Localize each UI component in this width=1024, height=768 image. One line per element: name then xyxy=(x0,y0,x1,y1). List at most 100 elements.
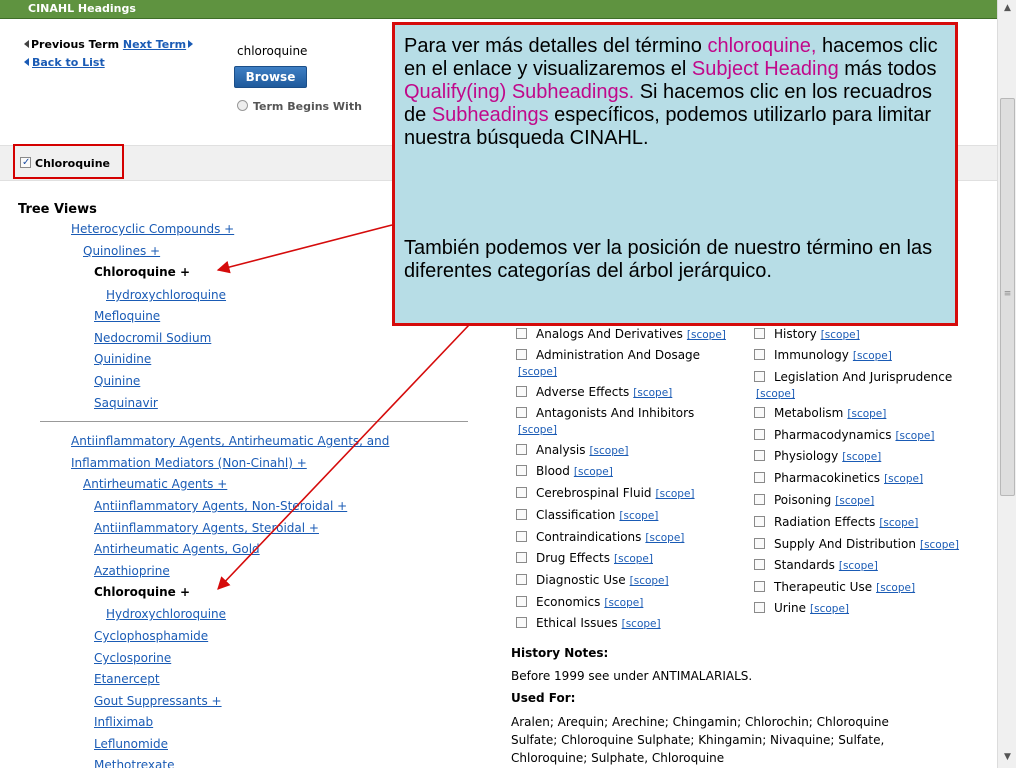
subheading-checkbox[interactable] xyxy=(516,574,527,585)
subheading-checkbox[interactable] xyxy=(516,509,527,520)
tree-item-antirheumatic-agents-gold[interactable]: Antirheumatic Agents, Gold xyxy=(94,541,260,557)
term-begins-with-option[interactable]: Term Begins With xyxy=(237,100,362,113)
subheading-checkbox[interactable] xyxy=(754,581,765,592)
tree-item-leflunomide[interactable]: Leflunomide xyxy=(94,736,168,752)
subheading-label: Blood xyxy=(536,464,570,478)
vertical-scrollbar[interactable]: ▲ ≡ ▼ xyxy=(997,0,1016,768)
subheading-checkbox[interactable] xyxy=(516,465,527,476)
subheading-checkbox[interactable] xyxy=(754,407,765,418)
scope-link[interactable]: [scope] xyxy=(847,408,886,420)
tree-item-nedocromil-sodium[interactable]: Nedocromil Sodium xyxy=(94,330,211,346)
tree-item-azathioprine[interactable]: Azathioprine xyxy=(94,563,170,579)
scope-link[interactable]: [scope] xyxy=(839,560,878,572)
scope-link[interactable]: [scope] xyxy=(821,329,860,341)
subheading-checkbox[interactable] xyxy=(516,552,527,563)
scope-link[interactable]: [scope] xyxy=(622,618,661,630)
scope-link[interactable]: [scope] xyxy=(876,582,915,594)
tree-item-quinolines[interactable]: Quinolines + xyxy=(83,243,160,259)
subheading-checkbox[interactable] xyxy=(754,349,765,360)
subheading-checkbox[interactable] xyxy=(516,531,527,542)
tree-item-antiinflammatory-agents-non-steroidal[interactable]: Antiinflammatory Agents, Non-Steroidal + xyxy=(94,498,347,514)
tree-item-gout-suppressants[interactable]: Gout Suppressants + xyxy=(94,693,222,709)
scope-link[interactable]: [scope] xyxy=(920,539,959,551)
scope-link[interactable]: [scope] xyxy=(518,424,557,436)
tree-item-methotrexate[interactable]: Methotrexate xyxy=(94,757,174,768)
scope-link[interactable]: [scope] xyxy=(835,495,874,507)
subheading-checkbox[interactable] xyxy=(516,487,527,498)
scope-link[interactable]: [scope] xyxy=(589,445,628,457)
back-arrow-icon[interactable] xyxy=(24,58,29,66)
callout-highlight: Qualify(ing) Subheadings. xyxy=(404,81,635,103)
next-arrow-icon[interactable] xyxy=(188,40,194,48)
scope-link[interactable]: [scope] xyxy=(614,553,653,565)
scope-link[interactable]: [scope] xyxy=(630,575,669,587)
tree-item-etanercept[interactable]: Etanercept xyxy=(94,671,160,687)
scope-link[interactable]: [scope] xyxy=(842,451,881,463)
scope-link[interactable]: [scope] xyxy=(619,510,658,522)
subheading-checkbox[interactable] xyxy=(754,602,765,613)
tree-item-heterocyclic-compounds[interactable]: Heterocyclic Compounds + xyxy=(71,221,234,237)
subheading-checkbox[interactable] xyxy=(754,516,765,527)
tree-item-hydroxychloroquine[interactable]: Hydroxychloroquine xyxy=(106,606,226,622)
scope-link[interactable]: [scope] xyxy=(884,473,923,485)
tree-item-hydroxychloroquine[interactable]: Hydroxychloroquine xyxy=(106,287,226,303)
scope-link[interactable]: [scope] xyxy=(687,329,726,341)
subheading-checkbox[interactable] xyxy=(754,429,765,440)
tree-item-antirheumatic-agents[interactable]: Antirheumatic Agents + xyxy=(83,476,227,492)
subheading-checkbox[interactable] xyxy=(754,538,765,549)
tree-item-chloroquine[interactable]: Chloroquine + xyxy=(94,264,190,280)
tree-item-quinine[interactable]: Quinine xyxy=(94,373,140,389)
scope-link[interactable]: [scope] xyxy=(645,532,684,544)
tree-item-saquinavir[interactable]: Saquinavir xyxy=(94,395,158,411)
subheading-checkbox[interactable] xyxy=(754,494,765,505)
subheading-metabolism: Metabolism [scope] xyxy=(754,405,886,422)
tree-item-cyclophosphamide[interactable]: Cyclophosphamide xyxy=(94,628,208,644)
subheading-checkbox[interactable] xyxy=(516,596,527,607)
scroll-thumb[interactable]: ≡ xyxy=(1000,98,1015,496)
scope-link[interactable]: [scope] xyxy=(853,350,892,362)
subheading-legislation-and-jurisprudence: Legislation And Jurisprudence xyxy=(754,369,952,385)
tree-item-cyclosporine[interactable]: Cyclosporine xyxy=(94,650,171,666)
scope-link[interactable]: [scope] xyxy=(604,597,643,609)
scope-link[interactable]: [scope] xyxy=(518,366,557,378)
tree-item-mefloquine[interactable]: Mefloquine xyxy=(94,308,160,324)
scope-link[interactable]: [scope] xyxy=(633,387,672,399)
tree-item-chloroquine[interactable]: Chloroquine + xyxy=(94,584,190,600)
scroll-down-arrow-icon[interactable]: ▼ xyxy=(1000,750,1015,765)
subheading-label: Legislation And Jurisprudence xyxy=(774,370,953,384)
scope-link[interactable]: [scope] xyxy=(656,488,695,500)
scope-link[interactable]: [scope] xyxy=(810,603,849,615)
scroll-up-arrow-icon[interactable]: ▲ xyxy=(1000,1,1015,16)
browse-button[interactable]: Browse xyxy=(234,66,307,88)
tree-item-antiinflammatory-agents-antirheumatic-agents-and[interactable]: Antiinflammatory Agents, Antirheumatic A… xyxy=(71,433,389,449)
subheading-checkbox[interactable] xyxy=(754,472,765,483)
subheading-checkbox[interactable] xyxy=(516,386,527,397)
tree-item-quinidine[interactable]: Quinidine xyxy=(94,351,151,367)
subheading-checkbox[interactable] xyxy=(516,407,527,418)
chloroquine-heading-checkbox[interactable] xyxy=(20,157,31,168)
subheading-checkbox[interactable] xyxy=(754,450,765,461)
scope-link[interactable]: [scope] xyxy=(895,430,934,442)
scope-wrap: [scope] xyxy=(756,385,795,402)
scope-link[interactable]: [scope] xyxy=(756,388,795,400)
subheading-checkbox[interactable] xyxy=(516,349,527,360)
back-to-list-link[interactable]: Back to List xyxy=(32,56,105,69)
tree-item-antiinflammatory-agents-steroidal[interactable]: Antiinflammatory Agents, Steroidal + xyxy=(94,520,319,536)
subheading-checkbox[interactable] xyxy=(754,328,765,339)
tree-item-inflammation-mediators-non-cinahl[interactable]: Inflammation Mediators (Non-Cinahl) + xyxy=(71,455,307,471)
subheading-checkbox[interactable] xyxy=(754,559,765,570)
subheading-checkbox[interactable] xyxy=(516,617,527,628)
subheading-cerebrospinal-fluid: Cerebrospinal Fluid [scope] xyxy=(516,485,695,502)
subheading-checkbox[interactable] xyxy=(516,328,527,339)
next-term-link[interactable]: Next Term xyxy=(123,38,186,51)
scope-link[interactable]: [scope] xyxy=(879,517,918,529)
subheading-label: Ethical Issues xyxy=(536,616,618,630)
subheading-label: Diagnostic Use xyxy=(536,573,626,587)
subheading-checkbox[interactable] xyxy=(516,444,527,455)
scope-link[interactable]: [scope] xyxy=(574,466,613,478)
tree-item-infliximab[interactable]: Infliximab xyxy=(94,714,153,730)
term-begins-with-radio[interactable] xyxy=(237,100,248,111)
subheading-checkbox[interactable] xyxy=(754,371,765,382)
term-search-input[interactable] xyxy=(233,40,403,62)
tree-divider xyxy=(40,421,468,422)
